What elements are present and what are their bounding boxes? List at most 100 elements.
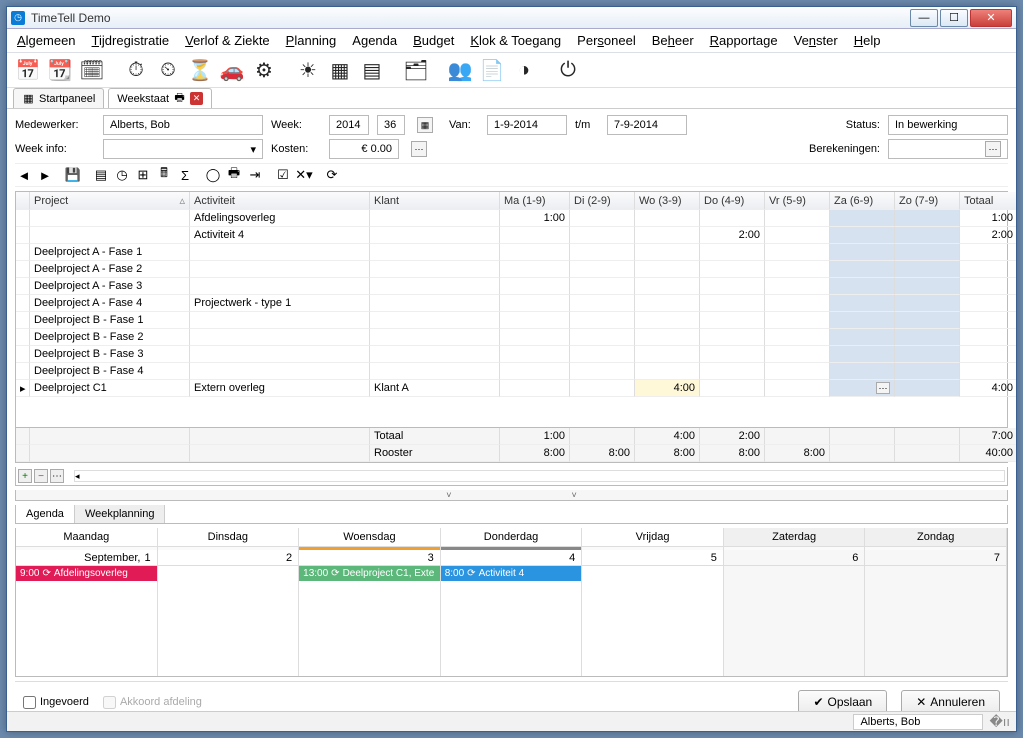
date-to-field[interactable]: 7-9-2014 xyxy=(607,115,687,135)
grid-cell[interactable] xyxy=(830,261,895,278)
grid-cell[interactable] xyxy=(370,363,500,380)
menu-item[interactable]: Agenda xyxy=(352,33,397,48)
table-row[interactable]: Deelproject B - Fase 3 xyxy=(16,346,1007,363)
grid-cell[interactable] xyxy=(500,363,570,380)
grid-cell[interactable] xyxy=(500,380,570,397)
grid-cell[interactable]: Deelproject A - Fase 2 xyxy=(30,261,190,278)
annuleren-button[interactable]: ✕Annuleren xyxy=(901,690,1000,711)
table-row[interactable]: Deelproject B - Fase 2 xyxy=(16,329,1007,346)
menu-item[interactable]: Venster xyxy=(794,33,838,48)
grid-cell[interactable] xyxy=(960,346,1016,363)
grid-cell[interactable] xyxy=(830,329,895,346)
grid-icon[interactable]: ▦ xyxy=(327,57,353,83)
grid-cell[interactable] xyxy=(960,363,1016,380)
print-small-icon[interactable]: 🖶 xyxy=(225,166,243,184)
cal-cell-sun[interactable] xyxy=(865,566,1007,676)
grid-cell[interactable] xyxy=(700,380,765,397)
grid-cell[interactable] xyxy=(635,295,700,312)
ingevoerd-checkbox[interactable]: Ingevoerd xyxy=(23,696,89,709)
tab-weekstaat[interactable]: Weekstaat 🖶 ✕ xyxy=(108,88,212,108)
grid-cell[interactable] xyxy=(370,227,500,244)
grid-cell[interactable] xyxy=(895,329,960,346)
maximize-button[interactable]: ☐ xyxy=(940,9,968,27)
grid-cell[interactable] xyxy=(370,312,500,329)
grid-cell[interactable] xyxy=(830,346,895,363)
date-from-field[interactable]: 1-9-2014 xyxy=(487,115,567,135)
add-row-button[interactable]: + xyxy=(18,469,32,483)
collapse-bar[interactable]: ˅ ˅ xyxy=(15,490,1008,501)
grid-column-header[interactable] xyxy=(16,192,30,210)
table-row[interactable]: Deelproject B - Fase 4 xyxy=(16,363,1007,380)
grid-cell[interactable] xyxy=(830,227,895,244)
calendar-date-cell[interactable]: 2 xyxy=(158,550,300,566)
cal-cell-thu[interactable]: 8:00 ⟳ Activiteit 4 xyxy=(441,566,583,676)
tab-startpaneel[interactable]: ▦ Startpaneel xyxy=(13,88,104,108)
grid-column-header[interactable]: Activiteit xyxy=(190,192,370,210)
grid-cell[interactable]: Deelproject A - Fase 3 xyxy=(30,278,190,295)
grid-cell[interactable] xyxy=(16,312,30,329)
table-row[interactable]: Deelproject A - Fase 4Projectwerk - type… xyxy=(16,295,1007,312)
grid-cell[interactable] xyxy=(190,329,370,346)
grid-cell[interactable] xyxy=(960,329,1016,346)
grid-column-header[interactable]: Wo (3-9) xyxy=(635,192,700,210)
opslaan-button[interactable]: ✔Opslaan xyxy=(798,690,887,711)
grid-column-header[interactable]: Vr (5-9) xyxy=(765,192,830,210)
calendar-check-icon[interactable]: 🗓 xyxy=(79,57,105,83)
event-afdelingsoverleg[interactable]: 9:00 ⟳ Afdelingsoverleg xyxy=(16,566,157,581)
power-icon[interactable]: ⏻ xyxy=(555,57,581,83)
grid-column-header[interactable]: Klant xyxy=(370,192,500,210)
grid-cell[interactable] xyxy=(830,210,895,227)
menu-item[interactable]: Verlof & Ziekte xyxy=(185,33,270,48)
card-icon[interactable]: 🗂 xyxy=(403,57,429,83)
stopwatch-gear-icon[interactable]: ⚙ xyxy=(251,57,277,83)
gauge-icon[interactable]: ◑ xyxy=(511,57,537,83)
grid-cell[interactable] xyxy=(895,363,960,380)
grid-cell[interactable] xyxy=(635,227,700,244)
grid-cell[interactable] xyxy=(700,329,765,346)
grid-cell[interactable] xyxy=(895,380,960,397)
grid-cell[interactable] xyxy=(570,244,635,261)
year-field[interactable]: 2014 xyxy=(329,115,369,135)
menu-item[interactable]: Budget xyxy=(413,33,454,48)
grid-cell[interactable] xyxy=(190,261,370,278)
people-icon[interactable]: 👥 xyxy=(447,57,473,83)
grid-cell[interactable] xyxy=(16,295,30,312)
menu-item[interactable]: Rapportage xyxy=(710,33,778,48)
cal-cell-wed[interactable]: 13:00 ⟳ Deelproject C1, Exte xyxy=(299,566,441,676)
grid-cell[interactable] xyxy=(500,227,570,244)
grid-cell[interactable] xyxy=(765,210,830,227)
grid-cell[interactable] xyxy=(370,210,500,227)
sun-icon[interactable]: ☀ xyxy=(295,57,321,83)
weeknum-field[interactable]: 36 xyxy=(377,115,405,135)
grid-cell[interactable] xyxy=(765,380,830,397)
grid-cell[interactable]: 4:00 xyxy=(960,380,1016,397)
kosten-field[interactable]: € 0.00 xyxy=(329,139,399,159)
grid-cell[interactable]: 1:00 xyxy=(960,210,1016,227)
table-row[interactable]: Deelproject A - Fase 1 xyxy=(16,244,1007,261)
prev-icon[interactable]: ◄ xyxy=(15,166,33,184)
grid-cell[interactable]: ▸ xyxy=(16,380,30,397)
grid-column-header[interactable]: Zo (7-9) xyxy=(895,192,960,210)
grid-cell[interactable] xyxy=(635,312,700,329)
grid-cell[interactable] xyxy=(700,244,765,261)
row-options-button[interactable]: ⋯ xyxy=(50,469,64,483)
grid-cell[interactable]: Deelproject C1 xyxy=(30,380,190,397)
grid-cell[interactable]: Deelproject B - Fase 2 xyxy=(30,329,190,346)
resize-grip-icon[interactable]: �ıı xyxy=(989,714,1010,730)
calendar-date-cell[interactable]: 5 xyxy=(582,550,724,566)
grid-cell[interactable] xyxy=(370,329,500,346)
berekeningen-field[interactable]: ⋯ xyxy=(888,139,1008,159)
grid-cell[interactable] xyxy=(765,295,830,312)
grid-cell[interactable] xyxy=(500,346,570,363)
grid-cell[interactable] xyxy=(370,261,500,278)
grid-cell[interactable]: 4:00 xyxy=(635,380,700,397)
grid-cell[interactable] xyxy=(635,278,700,295)
menu-item[interactable]: Help xyxy=(854,33,881,48)
calendar-picker-button[interactable]: ▦ xyxy=(417,117,433,133)
grid-cell[interactable] xyxy=(570,261,635,278)
grid-cell[interactable] xyxy=(765,227,830,244)
grid-cell[interactable] xyxy=(960,278,1016,295)
grid-cell[interactable] xyxy=(960,295,1016,312)
grid-cell[interactable] xyxy=(635,244,700,261)
grid-cell[interactable] xyxy=(830,363,895,380)
